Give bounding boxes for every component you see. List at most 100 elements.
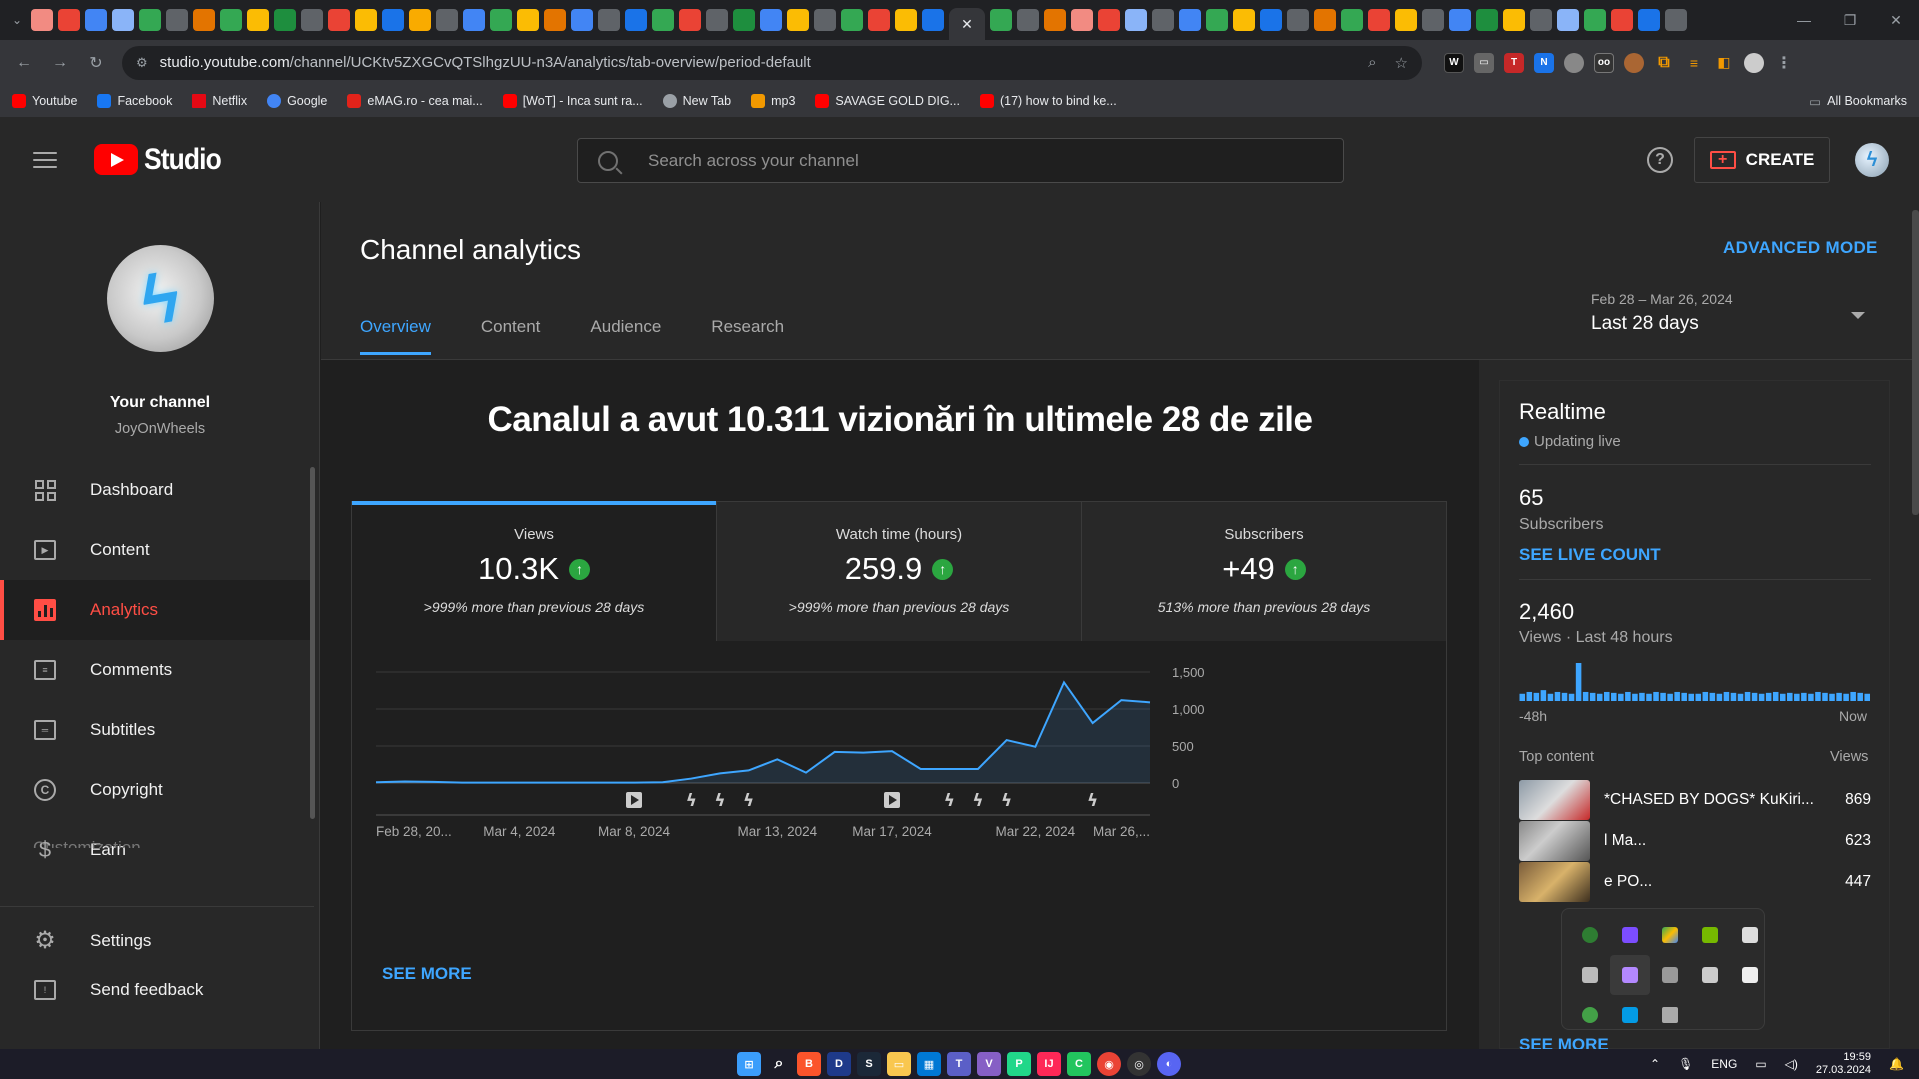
reading-list-icon[interactable]: ≡ [1684, 53, 1704, 73]
metric-tab-0[interactable]: Views 10.3K ↑ >999% more than previous 28 d… [352, 501, 717, 641]
shorts-publish-marker[interactable]: ϟ [944, 791, 955, 811]
realtime-bar[interactable] [1568, 693, 1575, 701]
realtime-bar[interactable] [1632, 693, 1638, 701]
tab-favicon[interactable] [571, 9, 593, 31]
tab-favicon[interactable] [301, 9, 323, 31]
realtime-bar[interactable] [1695, 693, 1702, 701]
realtime-bar[interactable] [1765, 692, 1772, 701]
clion-icon[interactable]: C [1067, 1052, 1091, 1076]
tab-favicon[interactable] [1206, 9, 1228, 31]
tab-favicon[interactable] [517, 9, 539, 31]
tab-favicon[interactable] [247, 9, 269, 31]
realtime-bar[interactable] [1660, 692, 1666, 701]
tray-icon[interactable] [1690, 915, 1730, 955]
tab-audience[interactable]: Audience [590, 317, 661, 355]
reload-button[interactable]: ↻ [82, 49, 110, 77]
search-box[interactable] [577, 138, 1344, 183]
brave-icon[interactable]: B [797, 1052, 821, 1076]
realtime-bar[interactable] [1589, 692, 1596, 701]
tab-favicon[interactable] [1179, 9, 1201, 31]
extension-icon[interactable]: N [1534, 52, 1554, 73]
tray-icon[interactable] [1650, 915, 1690, 955]
tab-favicon[interactable] [679, 9, 701, 31]
extension-icon[interactable]: T [1504, 52, 1524, 73]
realtime-bar[interactable] [1751, 692, 1758, 701]
tab-favicon[interactable] [409, 9, 431, 31]
tab-favicon[interactable] [990, 9, 1012, 31]
realtime-bar[interactable] [1611, 692, 1617, 701]
tab-favicon[interactable] [1017, 9, 1039, 31]
pycharm-icon[interactable]: P [1007, 1052, 1031, 1076]
minimize-button[interactable]: — [1781, 0, 1827, 40]
tab-overview[interactable]: Overview [360, 317, 431, 355]
extension-icon[interactable]: oo [1594, 52, 1614, 73]
realtime-bar[interactable] [1540, 690, 1547, 701]
tab-favicon[interactable] [1557, 9, 1579, 31]
extension-icon[interactable]: W [1444, 52, 1464, 73]
tab-favicon[interactable] [1125, 9, 1147, 31]
top-content-item[interactable]: l Ma... 623 [1519, 820, 1871, 862]
site-info-icon[interactable]: ⚙ [136, 55, 148, 71]
tab-favicon[interactable] [436, 9, 458, 31]
tab-favicon[interactable] [598, 9, 620, 31]
tray-icon[interactable] [1570, 955, 1610, 995]
tab-favicon[interactable] [868, 9, 890, 31]
tab-favicon[interactable] [652, 9, 674, 31]
realtime-bar[interactable] [1625, 691, 1631, 701]
realtime-bar[interactable] [1533, 692, 1540, 701]
sidebar-item-subtitles[interactable]: ═ Subtitles [0, 700, 314, 760]
realtime-bar[interactable] [1667, 693, 1673, 701]
period-selector[interactable]: Feb 28 – Mar 26, 2024 Last 28 days [1591, 291, 1733, 335]
tab-favicon[interactable] [31, 9, 53, 31]
realtime-bar[interactable] [1561, 692, 1568, 701]
realtime-bar[interactable] [1681, 692, 1687, 701]
realtime-bar[interactable] [1526, 691, 1533, 701]
tray-icon[interactable] [1610, 995, 1650, 1035]
extension-icon[interactable]: ▭ [1474, 52, 1494, 73]
shorts-publish-marker[interactable]: ϟ [743, 791, 754, 811]
tab-favicon[interactable] [814, 9, 836, 31]
tab-favicon[interactable] [463, 9, 485, 31]
bookmark-item[interactable]: Netflix [192, 94, 247, 108]
sidebar-item-copyright[interactable]: C Copyright [0, 760, 314, 820]
shorts-publish-marker[interactable]: ϟ [1087, 791, 1098, 811]
notifications-icon[interactable]: 🔔 [1889, 1057, 1904, 1071]
tray-icon[interactable] [1650, 955, 1690, 995]
studio-logo[interactable]: Studio [94, 143, 231, 177]
tab-favicon[interactable] [1665, 9, 1687, 31]
tab-favicon[interactable] [1503, 9, 1525, 31]
tab-favicon[interactable] [490, 9, 512, 31]
bookmark-item[interactable]: (17) how to bind ke... [979, 94, 1117, 108]
tray-icon[interactable] [1570, 995, 1610, 1035]
realtime-bar[interactable] [1794, 693, 1800, 701]
tab-favicon[interactable] [1530, 9, 1552, 31]
restore-button[interactable]: ❐ [1827, 0, 1873, 40]
back-button[interactable]: ← [10, 49, 38, 77]
bookmark-item[interactable]: eMAG.ro - cea mai... [347, 94, 483, 108]
tab-favicon[interactable] [625, 9, 647, 31]
realtime-bar[interactable] [1716, 693, 1723, 701]
tab-favicon[interactable] [1368, 9, 1390, 31]
store-icon[interactable]: ▦ [917, 1052, 941, 1076]
tray-icon[interactable] [1570, 915, 1610, 955]
metric-tab-1[interactable]: Watch time (hours) 259.9 ↑ >999% more than … [717, 502, 1082, 641]
tab-content[interactable]: Content [481, 317, 541, 355]
extension-icon[interactable] [1564, 52, 1584, 73]
help-icon[interactable]: ? [1647, 147, 1673, 173]
tray-icon[interactable] [1690, 955, 1730, 995]
search-input[interactable] [648, 150, 1298, 171]
tab-favicon[interactable] [544, 9, 566, 31]
sidebar-item-comments[interactable]: ≡ Comments [0, 640, 314, 700]
tab-favicon[interactable] [1071, 9, 1093, 31]
realtime-bar[interactable] [1596, 693, 1603, 701]
realtime-bar[interactable] [1575, 663, 1582, 701]
sidebar-item-customization-partial[interactable]: Customization [33, 838, 141, 848]
realtime-bar[interactable] [1554, 691, 1561, 701]
realtime-bar[interactable] [1688, 693, 1694, 701]
realtime-bar[interactable] [1744, 691, 1751, 701]
tab-favicon[interactable] [1314, 9, 1336, 31]
tab-favicon[interactable] [58, 9, 80, 31]
tab-favicon[interactable] [85, 9, 107, 31]
menu-icon[interactable] [33, 151, 57, 168]
realtime-bar[interactable] [1822, 692, 1828, 701]
